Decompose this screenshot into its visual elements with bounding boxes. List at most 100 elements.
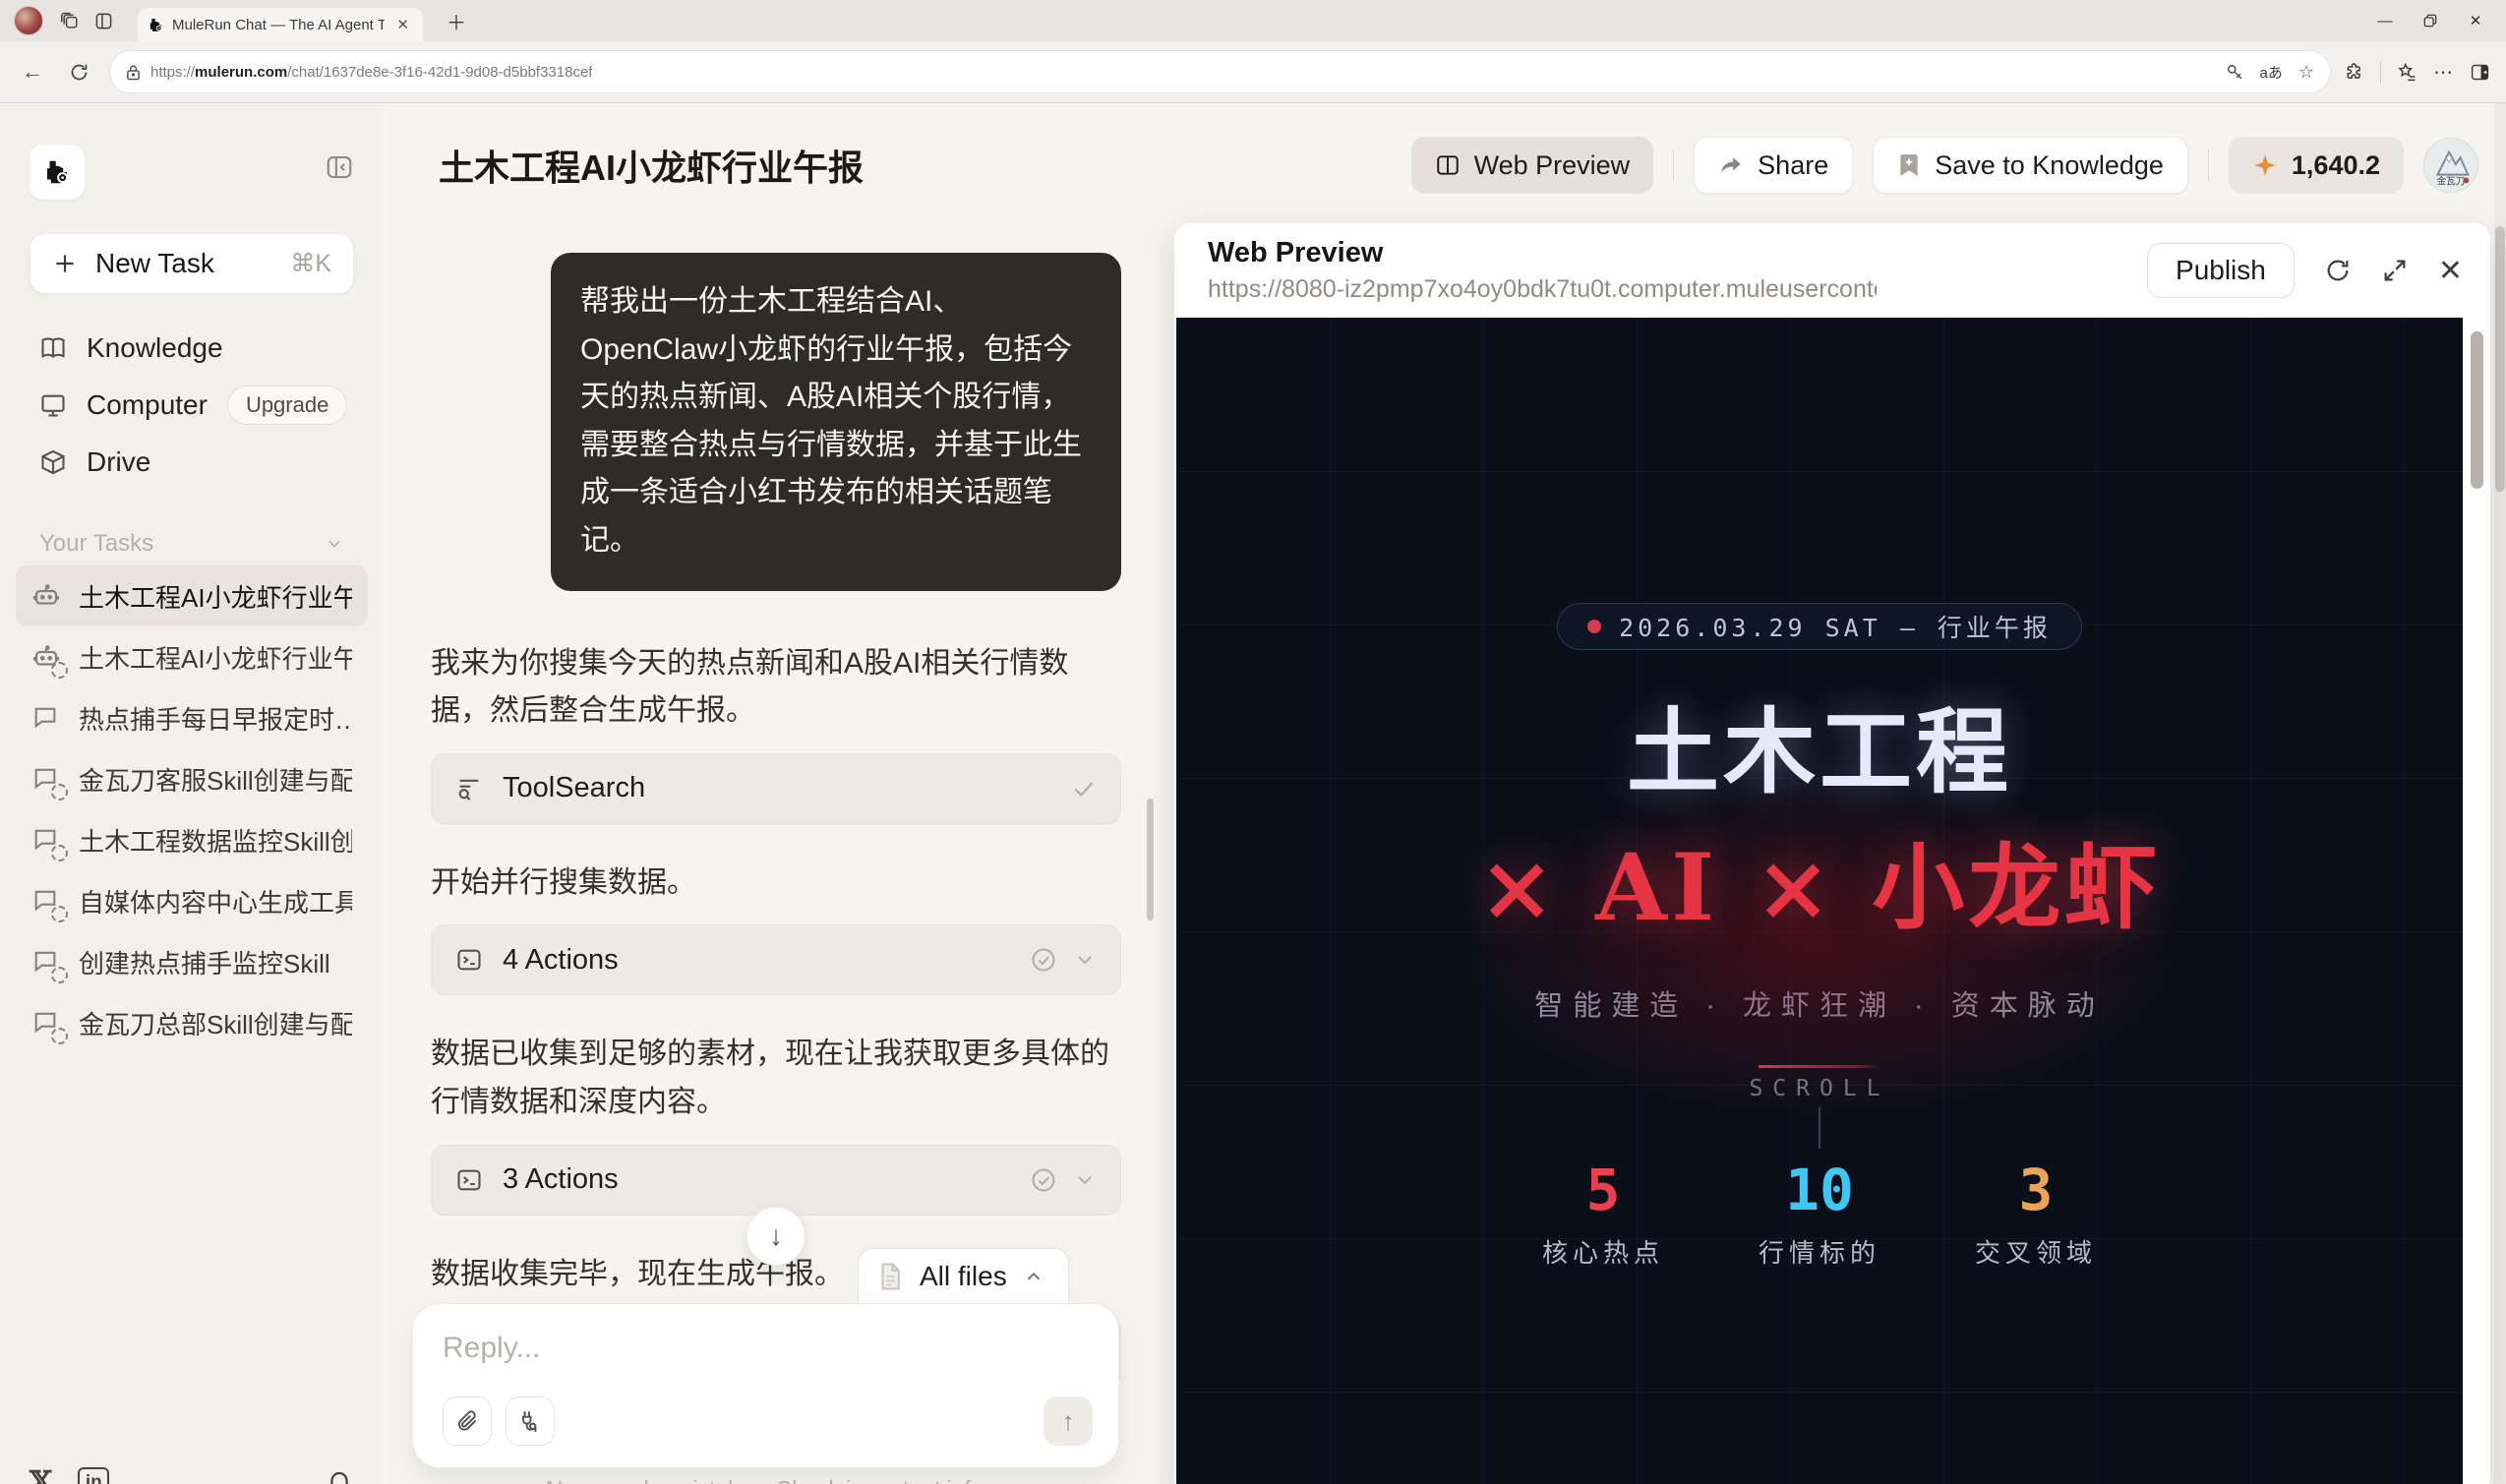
scroll-to-bottom-button[interactable]: ↓	[746, 1207, 806, 1266]
all-files-label: All files	[920, 1260, 1007, 1291]
your-tasks-header[interactable]: Your Tasks	[39, 530, 344, 558]
credits-value: 1,640.2	[2291, 149, 2380, 180]
browser-url-bar: ← https://mulerun.com/chat/1637de8e-3f16…	[0, 41, 2506, 103]
chevron-down-icon[interactable]	[1073, 948, 1097, 972]
task-item[interactable]: 土木工程数据监控Skill创建	[16, 809, 368, 870]
cube-icon	[39, 448, 67, 476]
account-avatar[interactable]: 金瓦刀	[2423, 138, 2478, 193]
save-to-knowledge-button[interactable]: Save to Knowledge	[1873, 137, 2188, 194]
page-title: 土木工程AI小龙虾行业午报	[439, 148, 865, 188]
reply-input[interactable]	[443, 1332, 1089, 1365]
attach-file-button[interactable]	[443, 1396, 492, 1446]
sidebar-collapse-icon[interactable]	[325, 152, 354, 182]
hero-stats: 5 核心热点 10 行情标的 3 交叉领域	[1542, 1157, 2097, 1270]
tab-close-icon[interactable]: ✕	[392, 16, 413, 33]
sidebar-item-computer[interactable]: Computer Upgrade	[16, 377, 368, 434]
address-input[interactable]: https://mulerun.com/chat/1637de8e-3f16-4…	[109, 50, 2331, 93]
web-preview-button[interactable]: Web Preview	[1410, 137, 1654, 194]
robot-icon	[31, 581, 61, 611]
share-icon	[1718, 152, 1744, 178]
stat-core-topics: 5 核心热点	[1542, 1157, 1664, 1270]
settings-ellipsis-icon[interactable]: ⋯	[2433, 60, 2454, 85]
browser-page-scrollbar[interactable]	[2494, 103, 2506, 1484]
actions-card-4[interactable]: 4 Actions	[431, 924, 1121, 996]
web-preview-panel: Web Preview https://8080-iz2pmp7xo4oy0bd…	[1174, 223, 2490, 1484]
stat-tickers: 10 行情标的	[1759, 1157, 1880, 1270]
browser-profile-avatar[interactable]	[14, 6, 43, 35]
task-item[interactable]: 金瓦刀总部Skill创建与配置	[16, 992, 368, 1053]
window-minimize-button[interactable]: —	[2362, 1, 2408, 40]
chevron-up-icon	[1023, 1266, 1044, 1287]
edge-sidebar-icon[interactable]	[2470, 62, 2490, 83]
collections-icon[interactable]	[2397, 62, 2417, 83]
preview-refresh-icon[interactable]	[2324, 257, 2352, 284]
chat-scrollbar[interactable]	[1147, 799, 1154, 920]
back-icon[interactable]: ←	[16, 59, 49, 85]
window-close-button[interactable]: ✕	[2453, 1, 2498, 40]
main-area: 土木工程AI小龙虾行业午报 Web Preview Share Save to …	[384, 103, 2506, 1484]
hero-title-line2: × AI × 小龙虾	[1477, 834, 2162, 942]
connectors-button[interactable]	[506, 1396, 555, 1446]
web-preview-label: Web Preview	[1473, 149, 1631, 180]
workspaces-icon[interactable]	[53, 4, 87, 37]
svg-text:金瓦刀: 金瓦刀	[2437, 175, 2466, 187]
credits-balance[interactable]: 1,640.2	[2228, 137, 2404, 194]
task-item[interactable]: 热点捕手每日早报定时…	[16, 687, 368, 748]
book-icon	[39, 334, 67, 362]
page-url: https://mulerun.com/chat/1637de8e-3f16-4…	[150, 63, 593, 81]
toolsearch-card[interactable]: ToolSearch	[431, 752, 1121, 824]
browser-tab[interactable]: MuleRun Chat — The AI Agent Th ✕	[138, 8, 423, 41]
actions-card-3[interactable]: 3 Actions	[431, 1144, 1121, 1216]
assistant-message: 我来为你搜集今天的热点新闻和A股AI相关行情数据，然后整合生成午报。	[431, 646, 1069, 728]
loading-spinner-icon	[51, 906, 68, 922]
task-item[interactable]: 自媒体内容中心生成工具	[16, 870, 368, 931]
translate-icon[interactable]: aあ	[2260, 62, 2283, 83]
loading-spinner-icon	[51, 784, 68, 801]
sidebar-item-knowledge[interactable]: Knowledge	[16, 320, 368, 377]
preview-scrollbar[interactable]	[2471, 331, 2483, 489]
web-preview-header: Web Preview https://8080-iz2pmp7xo4oy0bd…	[1174, 223, 2490, 318]
reply-composer: ↑	[412, 1303, 1119, 1468]
publish-button[interactable]: Publish	[2147, 243, 2295, 298]
task-item[interactable]: 土木工程AI小龙虾行业午报	[16, 626, 368, 687]
check-circle-icon	[1032, 948, 1055, 972]
stat-cross-domains: 3 交叉领域	[1975, 1157, 2097, 1270]
new-task-button[interactable]: New Task ⌘K	[30, 233, 354, 294]
send-button[interactable]: ↑	[1044, 1396, 1093, 1446]
web-preview-viewport[interactable]: 2026.03.29 SAT — 行业午报 土木工程 × AI × 小龙虾 智能…	[1176, 318, 2463, 1484]
bookmark-plus-icon	[1897, 152, 1921, 178]
extensions-puzzle-icon[interactable]	[2345, 62, 2364, 82]
actions-label: 4 Actions	[503, 943, 619, 976]
new-task-label: New Task	[95, 248, 214, 278]
password-key-icon[interactable]	[2226, 63, 2244, 82]
preview-expand-icon[interactable]	[2381, 257, 2409, 284]
mulerun-app: New Task ⌘K Knowledge Computer Upgrade D…	[0, 103, 2506, 1484]
file-icon	[876, 1262, 904, 1291]
sidebar-item-drive[interactable]: Drive	[16, 434, 368, 491]
check-icon	[1074, 782, 1094, 797]
toolbar-divider	[2380, 61, 2381, 83]
task-item[interactable]: 创建热点捕手监控Skill	[16, 931, 368, 992]
share-button[interactable]: Share	[1694, 137, 1854, 194]
chevron-down-icon[interactable]	[1073, 1168, 1097, 1192]
notifications-bell-icon[interactable]	[325, 1468, 354, 1484]
all-files-button[interactable]: All files	[858, 1248, 1069, 1303]
upgrade-badge[interactable]: Upgrade	[226, 386, 348, 425]
assistant-message: 开始并行搜集数据。	[431, 865, 696, 899]
refresh-icon[interactable]	[63, 62, 95, 83]
tab-actions-icon[interactable]	[87, 4, 120, 37]
new-task-shortcut: ⌘K	[290, 250, 331, 277]
favorite-star-icon[interactable]: ☆	[2298, 62, 2314, 83]
new-tab-button[interactable]: ＋	[437, 5, 476, 37]
x-twitter-icon[interactable]: 𝕏	[30, 1465, 52, 1484]
stat-value: 5	[1585, 1157, 1621, 1223]
task-item[interactable]: 金瓦刀客服Skill创建与配置	[16, 748, 368, 809]
mulerun-logo[interactable]	[30, 145, 85, 200]
linkedin-icon[interactable]: in	[78, 1466, 110, 1484]
chat-bubble-icon	[31, 703, 61, 733]
preview-close-icon[interactable]: ✕	[2438, 254, 2463, 288]
browser-page-scrollbar-thumb[interactable]	[2495, 226, 2505, 492]
window-restore-button[interactable]	[2408, 1, 2453, 40]
task-item[interactable]: 土木工程AI小龙虾行业午报	[16, 565, 368, 626]
save-to-knowledge-label: Save to Knowledge	[1935, 149, 2164, 180]
